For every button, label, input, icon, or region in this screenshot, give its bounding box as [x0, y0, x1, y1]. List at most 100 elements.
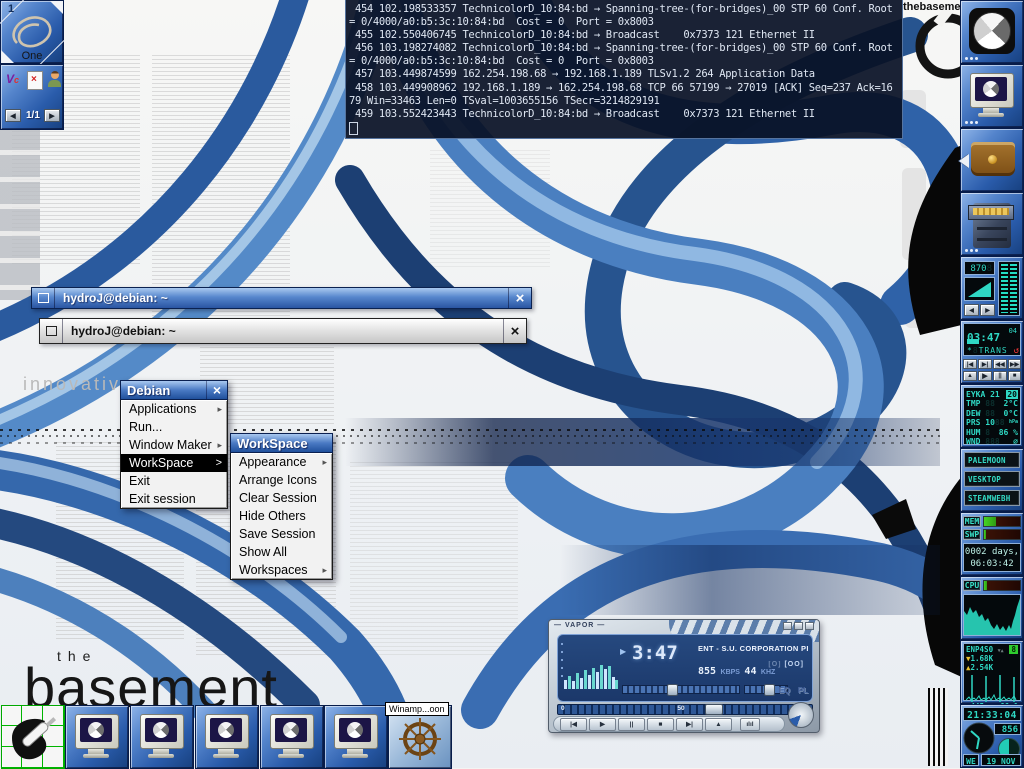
seek-mid-label: 50	[677, 705, 684, 712]
volume-wedge-display[interactable]	[964, 277, 995, 301]
player-next-button[interactable]: ▶|	[978, 359, 992, 369]
workspace-menu: WorkSpace Appearance▸ Arrange Icons Clea…	[230, 433, 333, 580]
volume-slider[interactable]	[622, 685, 740, 694]
window-list-item-vesktop[interactable]: VESKTOP	[964, 471, 1020, 487]
terminal-window[interactable]: 454 102.198533357 TechnicolorD_10:84:bd …	[345, 0, 903, 139]
root-menu-close-icon[interactable]: ×	[206, 381, 227, 399]
previous-button[interactable]: |◀	[560, 718, 587, 731]
repeat-icon: ↺	[1014, 346, 1020, 356]
dock-app-sysmon: MEM SWP 0002 days, 06:03:42	[960, 512, 1024, 576]
samplerate-value: 44	[744, 666, 756, 677]
menu-item-exit-session[interactable]: Exit session	[121, 490, 227, 508]
next-button[interactable]: ▶|	[676, 718, 703, 731]
mixer-lcd: 8708	[964, 261, 995, 275]
monitor-icon	[75, 714, 119, 760]
taskbar-icon-xterm[interactable]	[65, 705, 129, 769]
wallpaper-barcode	[928, 688, 948, 766]
pager-next-button[interactable]: ▶	[44, 109, 60, 122]
dock-app-mixer: 8708 ◀ ▶	[960, 256, 1024, 320]
workspace-clip[interactable]: 1 One	[0, 0, 64, 64]
player-play-button[interactable]: ▶	[978, 371, 992, 381]
seek-bar[interactable]: 0 50 100	[557, 704, 813, 715]
dock-app-window-list: PALEMOON VESKTOP STEAMWEBH	[960, 448, 1024, 512]
pause-button[interactable]: ||	[618, 718, 645, 731]
menu-item-run[interactable]: Run...	[121, 418, 227, 436]
shade-button[interactable]	[794, 622, 803, 630]
taskbar-icon-winamp[interactable]: Winamp...oon	[388, 705, 452, 769]
menu-item-hide-others[interactable]: Hide Others	[231, 507, 332, 525]
terminal-line: 456 103.198274082 TechnicolorD_10:84:bd …	[349, 42, 902, 55]
player-prev-button[interactable]: |◀	[963, 359, 977, 369]
net-interface: ENP4S0	[966, 645, 993, 654]
dock-indicator-dots	[965, 57, 968, 60]
weather-day: 21	[990, 390, 1000, 399]
cpu-label: CPU	[963, 580, 981, 591]
menu-item-exit[interactable]: Exit	[121, 472, 227, 490]
play-button[interactable]: ▶	[589, 718, 616, 731]
winamp-titlebar[interactable]: — VAPOR —	[549, 620, 819, 631]
player-pause-button[interactable]: ||	[993, 371, 1007, 381]
pager-dockapp: Vc × ◀ 1/1 ▶	[0, 64, 64, 130]
player-ff-button[interactable]: ▶▶	[1008, 359, 1021, 369]
menu-item-applications[interactable]: Applications▸	[121, 400, 227, 418]
menu-item-workspace[interactable]: WorkSpace>	[121, 454, 227, 472]
mini-window-icon	[38, 293, 49, 303]
menu-item-appearance[interactable]: Appearance▸	[231, 453, 332, 471]
balance-handle[interactable]	[764, 684, 775, 696]
visualizer-button[interactable]: ılıl	[740, 718, 760, 731]
menu-item-show-all[interactable]: Show All	[231, 543, 332, 561]
menu-item-clear-session[interactable]: Clear Session	[231, 489, 332, 507]
minimize-button[interactable]	[783, 622, 792, 630]
clock-counter: 856	[994, 723, 1021, 735]
window-title: hydroJ@debian: ~	[55, 288, 508, 308]
window-menu-button[interactable]	[40, 319, 63, 343]
mem-label: MEM	[963, 516, 981, 527]
taskbar-icon-xterm[interactable]	[195, 705, 259, 769]
playback-time[interactable]: 3:47	[632, 642, 678, 664]
clutterbar[interactable]	[561, 643, 563, 683]
menu-item-arrange-icons[interactable]: Arrange Icons	[231, 471, 332, 489]
player-stop-button[interactable]: ■	[1008, 371, 1021, 381]
window-list-item-palemoon[interactable]: PALEMOON	[964, 452, 1020, 468]
taskbar-icon-xterm[interactable]	[324, 705, 388, 769]
dock-app-drawer[interactable]	[960, 128, 1024, 192]
taskbar-icon-tools[interactable]	[1, 705, 65, 769]
track-title[interactable]: ENT - S.U. CORPORATION PROUDLY	[698, 644, 808, 653]
mixer-next-channel-button[interactable]: ▶	[980, 304, 995, 316]
eq-button[interactable]: EQ	[778, 686, 790, 695]
terminal-cursor	[349, 122, 358, 135]
close-button[interactable]: ×	[508, 288, 531, 308]
window-menu-button[interactable]	[32, 288, 55, 308]
close-button[interactable]: ×	[503, 319, 526, 343]
taskbar-icon-xterm[interactable]	[130, 705, 194, 769]
volume-handle[interactable]	[667, 684, 678, 696]
taskbar-icon-xterm[interactable]	[260, 705, 324, 769]
menu-item-window-maker[interactable]: Window Maker▸	[121, 436, 227, 454]
shaded-window-focused[interactable]: hydroJ@debian: ~ ×	[31, 287, 532, 309]
seek-handle[interactable]	[705, 704, 723, 715]
drawer-collapse-arrow-icon[interactable]	[959, 154, 969, 168]
window-list-item-steamwebhelper[interactable]: STEAMWEBH	[964, 490, 1020, 506]
player-rewind-button[interactable]: ◀◀	[993, 359, 1007, 369]
root-menu-titlebar[interactable]: Debian ×	[120, 380, 228, 400]
analog-clock-icon	[963, 722, 995, 754]
shaded-window-unfocused[interactable]: hydroJ@debian: ~ ×	[39, 318, 527, 344]
player-eject-button[interactable]: ▲	[963, 371, 977, 381]
pager-prev-button[interactable]: ◀	[5, 109, 21, 122]
playlist-button[interactable]: PL	[798, 686, 808, 695]
weather-row-dew: DEW 880°C	[966, 409, 1018, 418]
stop-button[interactable]: ■	[647, 718, 674, 731]
eject-button[interactable]: ▲	[705, 718, 732, 731]
dock-app-file-cabinet[interactable]	[960, 192, 1024, 256]
winamp-player[interactable]: — VAPOR — ▶ 3:47 ENT - S.U. CORPORATION …	[548, 619, 820, 733]
menu-item-workspaces[interactable]: Workspaces▸	[231, 561, 332, 579]
menu-item-save-session[interactable]: Save Session	[231, 525, 332, 543]
winamp-logo-button[interactable]	[788, 702, 814, 728]
dock-app-gnustep[interactable]	[960, 0, 1024, 64]
close-button[interactable]	[805, 622, 814, 630]
cpu-graph	[963, 594, 1021, 636]
mixer-prev-channel-button[interactable]: ◀	[964, 304, 979, 316]
submenu-arrow-icon: ▸	[322, 565, 327, 576]
workspace-menu-titlebar[interactable]: WorkSpace	[230, 433, 333, 453]
dock-app-terminal-launcher[interactable]	[960, 64, 1024, 128]
